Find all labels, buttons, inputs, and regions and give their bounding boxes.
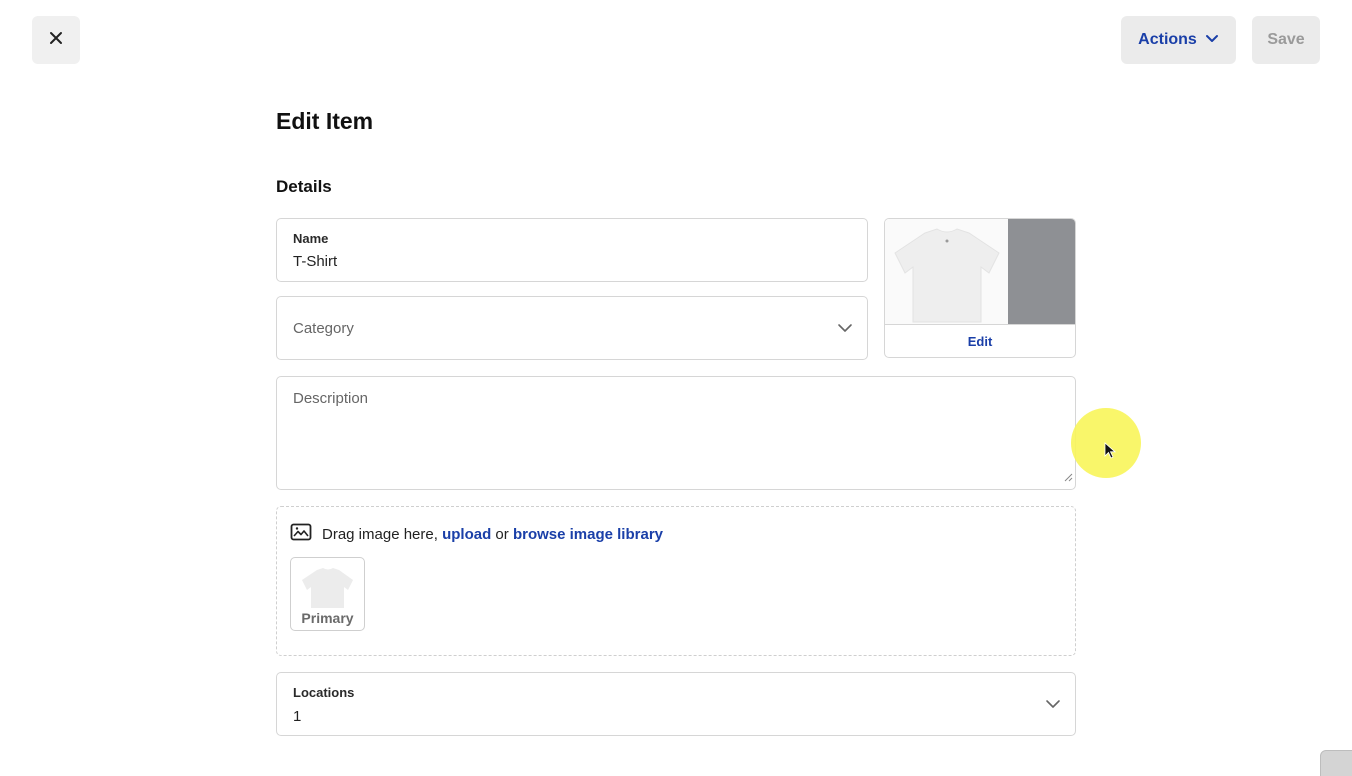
description-field[interactable]: Description	[276, 376, 1076, 490]
close-button[interactable]	[32, 16, 80, 64]
browse-image-library-link[interactable]: browse image library	[513, 526, 663, 543]
save-button[interactable]: Save	[1252, 16, 1320, 64]
locations-field-value: 1	[293, 708, 302, 725]
name-field-label: Name	[293, 231, 329, 246]
chevron-down-icon	[837, 321, 853, 339]
edit-thumbnail-button[interactable]: Edit	[885, 324, 1075, 357]
close-icon	[49, 31, 63, 50]
chevron-down-icon	[1205, 31, 1219, 49]
section-title-details: Details	[276, 177, 332, 196]
edit-item-page: Actions Save Edit Item Details Name T-Sh…	[0, 0, 1352, 776]
actions-button[interactable]: Actions	[1121, 16, 1236, 64]
locations-select[interactable]: Locations 1	[276, 672, 1076, 736]
corner-widget[interactable]	[1320, 750, 1352, 776]
upload-link[interactable]: upload	[442, 526, 491, 543]
category-select[interactable]: Category	[276, 296, 868, 360]
item-thumbnail-card: Edit	[884, 218, 1076, 358]
locations-field-label: Locations	[293, 685, 355, 700]
dropzone-or: or	[495, 525, 509, 543]
primary-image-tile[interactable]: Primary	[290, 557, 365, 631]
resize-handle-icon[interactable]	[1064, 469, 1073, 487]
description-placeholder: Description	[293, 390, 369, 407]
dropzone-prefix: Drag image here,	[322, 525, 438, 543]
actions-label: Actions	[1138, 31, 1197, 48]
chevron-down-icon	[1045, 697, 1061, 715]
dropzone-instructions: Drag image here, upload or browse image …	[290, 523, 663, 545]
name-field[interactable]: Name T-Shirt	[276, 218, 868, 282]
thumbnail-overlay	[1008, 219, 1075, 324]
category-placeholder: Category	[293, 320, 354, 337]
image-icon	[290, 523, 312, 545]
name-field-value: T-Shirt	[293, 253, 338, 270]
page-title: Edit Item	[276, 108, 374, 134]
image-dropzone[interactable]: Drag image here, upload or browse image …	[276, 506, 1076, 656]
mouse-pointer-icon	[1104, 442, 1117, 465]
primary-image-label: Primary	[301, 610, 354, 626]
